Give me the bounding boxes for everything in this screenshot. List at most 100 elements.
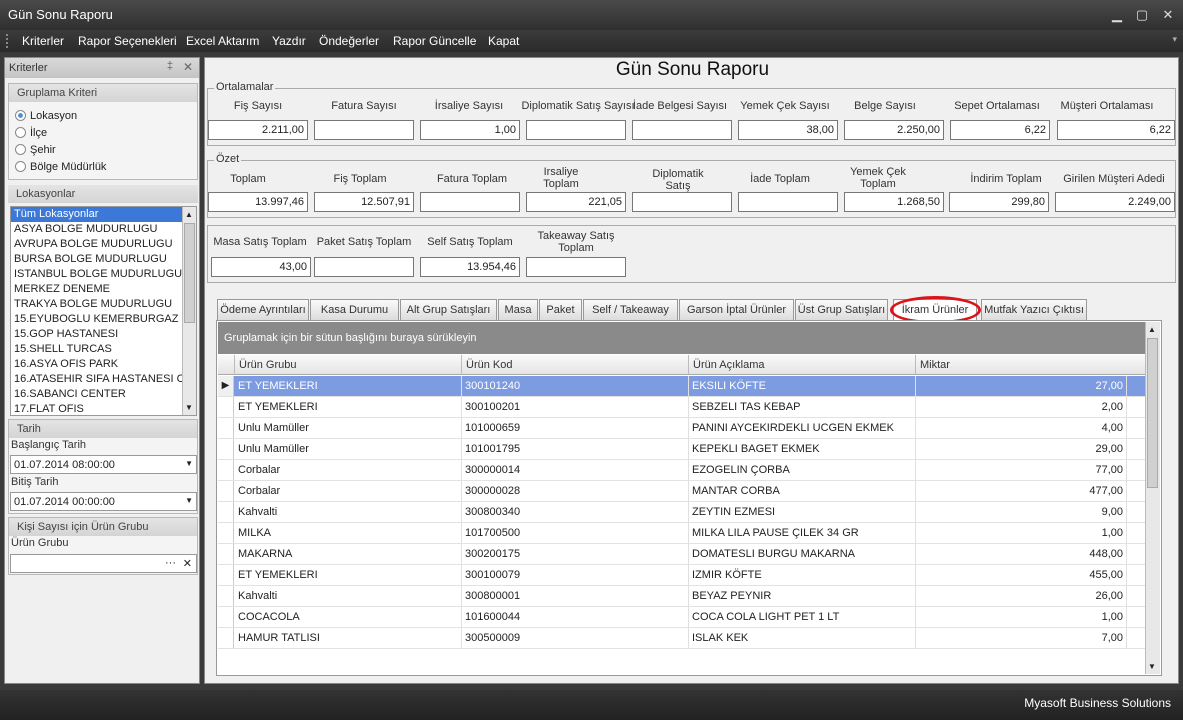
table-cell[interactable]: 77,00: [916, 460, 1127, 480]
avg-value[interactable]: 2.250,00: [844, 120, 944, 140]
table-cell[interactable]: MILKA LILA PAUSE ÇILEK 34 GR: [689, 523, 916, 543]
table-row[interactable]: Unlu Mamüller 101000659 PANINI AYCEKIRDEKL…: [218, 418, 1145, 439]
table-row[interactable]: MAKARNA 300200175 DOMATESLI BURGU MAKARNA 4…: [218, 544, 1145, 565]
table-row[interactable]: Unlu Mamüller 101001795 KEPEKLI BAGET EKME…: [218, 439, 1145, 460]
table-cell[interactable]: 300000028: [462, 481, 689, 501]
table-cell[interactable]: 300100079: [462, 565, 689, 585]
list-item[interactable]: Tüm Lokasyonlar: [11, 207, 183, 222]
table-cell[interactable]: 27,00: [916, 376, 1127, 396]
summary-value[interactable]: 2.249,00: [1055, 192, 1175, 212]
menu-rapor-guncelle[interactable]: Rapor Güncelle: [393, 34, 476, 48]
table-row[interactable]: Kahvalti 300800340 ZEYTIN EZMESI 9,00: [218, 502, 1145, 523]
table-cell[interactable]: 4,00: [916, 418, 1127, 438]
table-cell[interactable]: Corbalar: [235, 460, 462, 480]
avg-value[interactable]: 38,00: [738, 120, 838, 140]
avg-value[interactable]: 6,22: [950, 120, 1050, 140]
column-header[interactable]: Ürün Grubu: [235, 355, 462, 375]
close-icon[interactable]: ✕: [183, 60, 193, 74]
table-row[interactable]: HAMUR TATLISI 300500009 ISLAK KEK 7,00: [218, 628, 1145, 649]
menu-ondegerler[interactable]: Öndeğerler: [319, 34, 379, 48]
menu-rapor-secenekleri[interactable]: Rapor Seçenekleri: [78, 34, 177, 48]
table-row[interactable]: ET YEMEKLERI 300100201 SEBZELI TAS KEBAP 2,…: [218, 397, 1145, 418]
tab-garson-iptal-urunler[interactable]: Garson İptal Ürünler: [679, 299, 794, 320]
table-cell[interactable]: EZOGELIN ÇORBA: [689, 460, 916, 480]
tab-kasa-durumu[interactable]: Kasa Durumu: [310, 299, 399, 320]
scroll-down-icon[interactable]: ▼: [1148, 662, 1156, 671]
avg-value[interactable]: [632, 120, 732, 140]
list-item[interactable]: 15.GOP HASTANESI: [11, 327, 183, 342]
table-cell[interactable]: BEYAZ PEYNIR: [689, 586, 916, 606]
avg-value[interactable]: [526, 120, 626, 140]
radio-ilce[interactable]: İlçe: [15, 127, 47, 143]
table-cell[interactable]: 300500009: [462, 628, 689, 648]
table-cell[interactable]: KEPEKLI BAGET EKMEK: [689, 439, 916, 459]
table-cell[interactable]: 300101240: [462, 376, 689, 396]
list-item[interactable]: 16.SABANCI CENTER: [11, 387, 183, 402]
clear-icon[interactable]: ✕: [183, 557, 192, 570]
locations-scrollbar[interactable]: ▲ ▼: [182, 207, 196, 415]
summary-value[interactable]: 12.507,91: [314, 192, 414, 212]
menu-excel-aktarim[interactable]: Excel Aktarım: [186, 34, 259, 48]
table-cell[interactable]: COCA COLA LIGHT PET 1 LT: [689, 607, 916, 627]
summary-value[interactable]: 221,05: [526, 192, 626, 212]
avg-value[interactable]: 1,00: [420, 120, 520, 140]
list-item[interactable]: ASYA BOLGE MUDURLUGU: [11, 222, 183, 237]
start-date-field[interactable]: 01.07.2014 08:00:00 ▼: [10, 455, 197, 474]
table-cell[interactable]: 26,00: [916, 586, 1127, 606]
table-row[interactable]: Kahvalti 300800001 BEYAZ PEYNIR 26,00: [218, 586, 1145, 607]
group-panel[interactable]: Gruplamak için bir sütun başlığını buray…: [218, 322, 1145, 354]
table-cell[interactable]: Unlu Mamüller: [235, 418, 462, 438]
end-date-field[interactable]: 01.07.2014 00:00:00 ▼: [10, 492, 197, 511]
table-cell[interactable]: 29,00: [916, 439, 1127, 459]
scroll-thumb[interactable]: [1147, 338, 1158, 488]
menu-yazdir[interactable]: Yazdır: [272, 34, 306, 48]
table-cell[interactable]: Kahvalti: [235, 502, 462, 522]
list-item[interactable]: BURSA BOLGE MUDURLUGU: [11, 252, 183, 267]
table-cell[interactable]: MILKA: [235, 523, 462, 543]
sales-value[interactable]: [526, 257, 626, 277]
table-cell[interactable]: Kahvalti: [235, 586, 462, 606]
table-cell[interactable]: 101001795: [462, 439, 689, 459]
pin-icon[interactable]: ‡: [167, 60, 173, 72]
radio-bolge-mudurluk[interactable]: Bölge Müdürlük: [15, 161, 106, 177]
table-cell[interactable]: 9,00: [916, 502, 1127, 522]
menu-overflow-icon[interactable]: ▾: [1172, 34, 1177, 45]
list-item[interactable]: 17.FLAT OFIS: [11, 402, 183, 415]
sales-value[interactable]: 43,00: [211, 257, 311, 277]
scroll-up-icon[interactable]: ▲: [185, 210, 193, 219]
table-row[interactable]: MILKA 101700500 MILKA LILA PAUSE ÇILEK 34 …: [218, 523, 1145, 544]
dropdown-icon[interactable]: ▼: [185, 459, 193, 468]
tab-self-takeaway[interactable]: Self / Takeaway: [583, 299, 678, 320]
table-cell[interactable]: 1,00: [916, 607, 1127, 627]
table-row[interactable]: COCACOLA 101600044 COCA COLA LIGHT PET 1 L…: [218, 607, 1145, 628]
table-cell[interactable]: 448,00: [916, 544, 1127, 564]
avg-value[interactable]: [314, 120, 414, 140]
list-item[interactable]: MERKEZ DENEME: [11, 282, 183, 297]
table-cell[interactable]: PANINI AYCEKIRDEKLI UCGEN EKMEK: [689, 418, 916, 438]
table-cell[interactable]: 477,00: [916, 481, 1127, 501]
table-cell[interactable]: 300800340: [462, 502, 689, 522]
avg-value[interactable]: 2.211,00: [208, 120, 308, 140]
table-cell[interactable]: 455,00: [916, 565, 1127, 585]
table-cell[interactable]: MANTAR CORBA: [689, 481, 916, 501]
scroll-up-icon[interactable]: ▲: [1148, 325, 1156, 334]
table-cell[interactable]: HAMUR TATLISI: [235, 628, 462, 648]
summary-value[interactable]: 1.268,50: [844, 192, 944, 212]
table-row[interactable]: ET YEMEKLERI 300100079 IZMIR KÖFTE 455,00: [218, 565, 1145, 586]
avg-value[interactable]: 6,22: [1057, 120, 1175, 140]
radio-lokasyon[interactable]: Lokasyon: [15, 110, 77, 126]
list-item[interactable]: 16.ATASEHIR SIFA HASTANESI CA: [11, 372, 183, 387]
sales-value[interactable]: 13.954,46: [420, 257, 520, 277]
radio-sehir[interactable]: Şehir: [15, 144, 56, 160]
table-cell[interactable]: 300000014: [462, 460, 689, 480]
table-cell[interactable]: ISLAK KEK: [689, 628, 916, 648]
sales-value[interactable]: [314, 257, 414, 277]
tab-paket[interactable]: Paket: [539, 299, 582, 320]
scroll-down-icon[interactable]: ▼: [185, 403, 193, 412]
table-cell[interactable]: 300800001: [462, 586, 689, 606]
list-item[interactable]: 15.EYUBOGLU KEMERBURGAZ: [11, 312, 183, 327]
table-row[interactable]: ▶ ET YEMEKLERI 300101240 EKSILI KÖFTE 27,00: [218, 376, 1145, 397]
tab-mutfak-yazici-ciktisi[interactable]: Mutfak Yazıcı Çıktısı: [981, 299, 1087, 320]
tab-odeme-ayrintilari[interactable]: Ödeme Ayrıntıları: [217, 299, 309, 320]
table-cell[interactable]: 1,00: [916, 523, 1127, 543]
